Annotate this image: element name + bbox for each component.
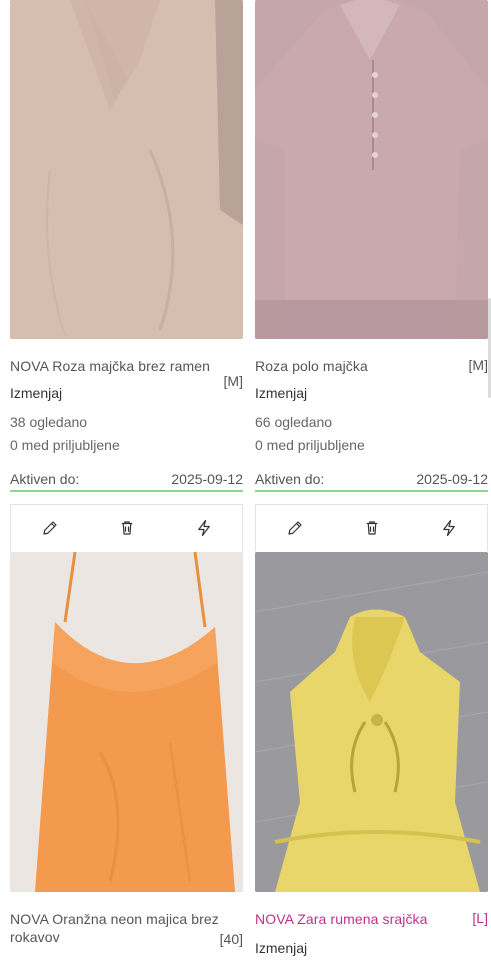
yellow-blouse-photo [255,552,488,892]
listing-favorites: 0 med priljubljene [255,437,365,453]
orange-camisole-photo [10,552,243,892]
listing-favorites: 0 med priljubljene [10,437,120,453]
listing-title[interactable]: NOVA Zara rumena srajčka [255,910,488,928]
listing-title[interactable]: NOVA Roza majčka brez ramen [10,357,243,375]
boost-button[interactable] [165,505,242,551]
listing-card[interactable]: NOVA Roza majčka brez ramen [M] Izmenjaj… [10,0,243,492]
listing-title[interactable]: NOVA Oranžna neon majica brez rokavov [10,910,240,946]
boost-button[interactable] [410,505,487,551]
beige-top-photo [10,0,243,339]
listing-status: Izmenjaj [10,385,63,401]
listing-card[interactable]: Roza polo majčka [M] Izmenjaj 66 ogledan… [255,0,488,492]
listing-status: Izmenjaj [255,940,308,956]
edit-button[interactable] [256,505,333,551]
lightning-icon [197,519,210,537]
active-label: Aktiven do: [10,471,80,487]
listing-photo[interactable] [255,0,488,339]
delete-button[interactable] [333,505,410,551]
active-label: Aktiven do: [255,471,325,487]
listing-size: [M] [223,373,243,389]
trash-icon [366,521,377,535]
lightning-icon [442,519,455,537]
pencil-icon [287,521,302,535]
listing-photo[interactable] [10,552,243,892]
listing-photo[interactable] [255,552,488,892]
listing-size: [40] [219,931,243,947]
edit-button[interactable] [11,505,88,551]
pencil-icon [42,521,57,535]
listing-title-block[interactable]: NOVA Zara rumena srajčka [L] [255,910,488,930]
active-date: 2025-09-12 [416,471,488,487]
listing-active-until: Aktiven do: 2025-09-12 [10,471,243,492]
listing-size: [M] [468,357,488,373]
listing-actions [10,504,243,551]
delete-button[interactable] [88,505,165,551]
listing-title-block[interactable]: NOVA Oranžna neon majica brez rokavov [4… [10,910,243,950]
listing-title[interactable]: Roza polo majčka [255,357,488,375]
listing-active-until: Aktiven do: 2025-09-12 [255,471,488,492]
listing-status: Izmenjaj [255,385,308,401]
listing-size: [L] [472,910,488,926]
listing-views: 38 ogledano [10,414,88,430]
pink-polo-photo [255,0,488,339]
trash-icon [121,521,132,535]
active-date: 2025-09-12 [171,471,243,487]
listing-views: 66 ogledano [255,414,333,430]
listing-actions [255,504,488,551]
listing-photo[interactable] [10,0,243,339]
